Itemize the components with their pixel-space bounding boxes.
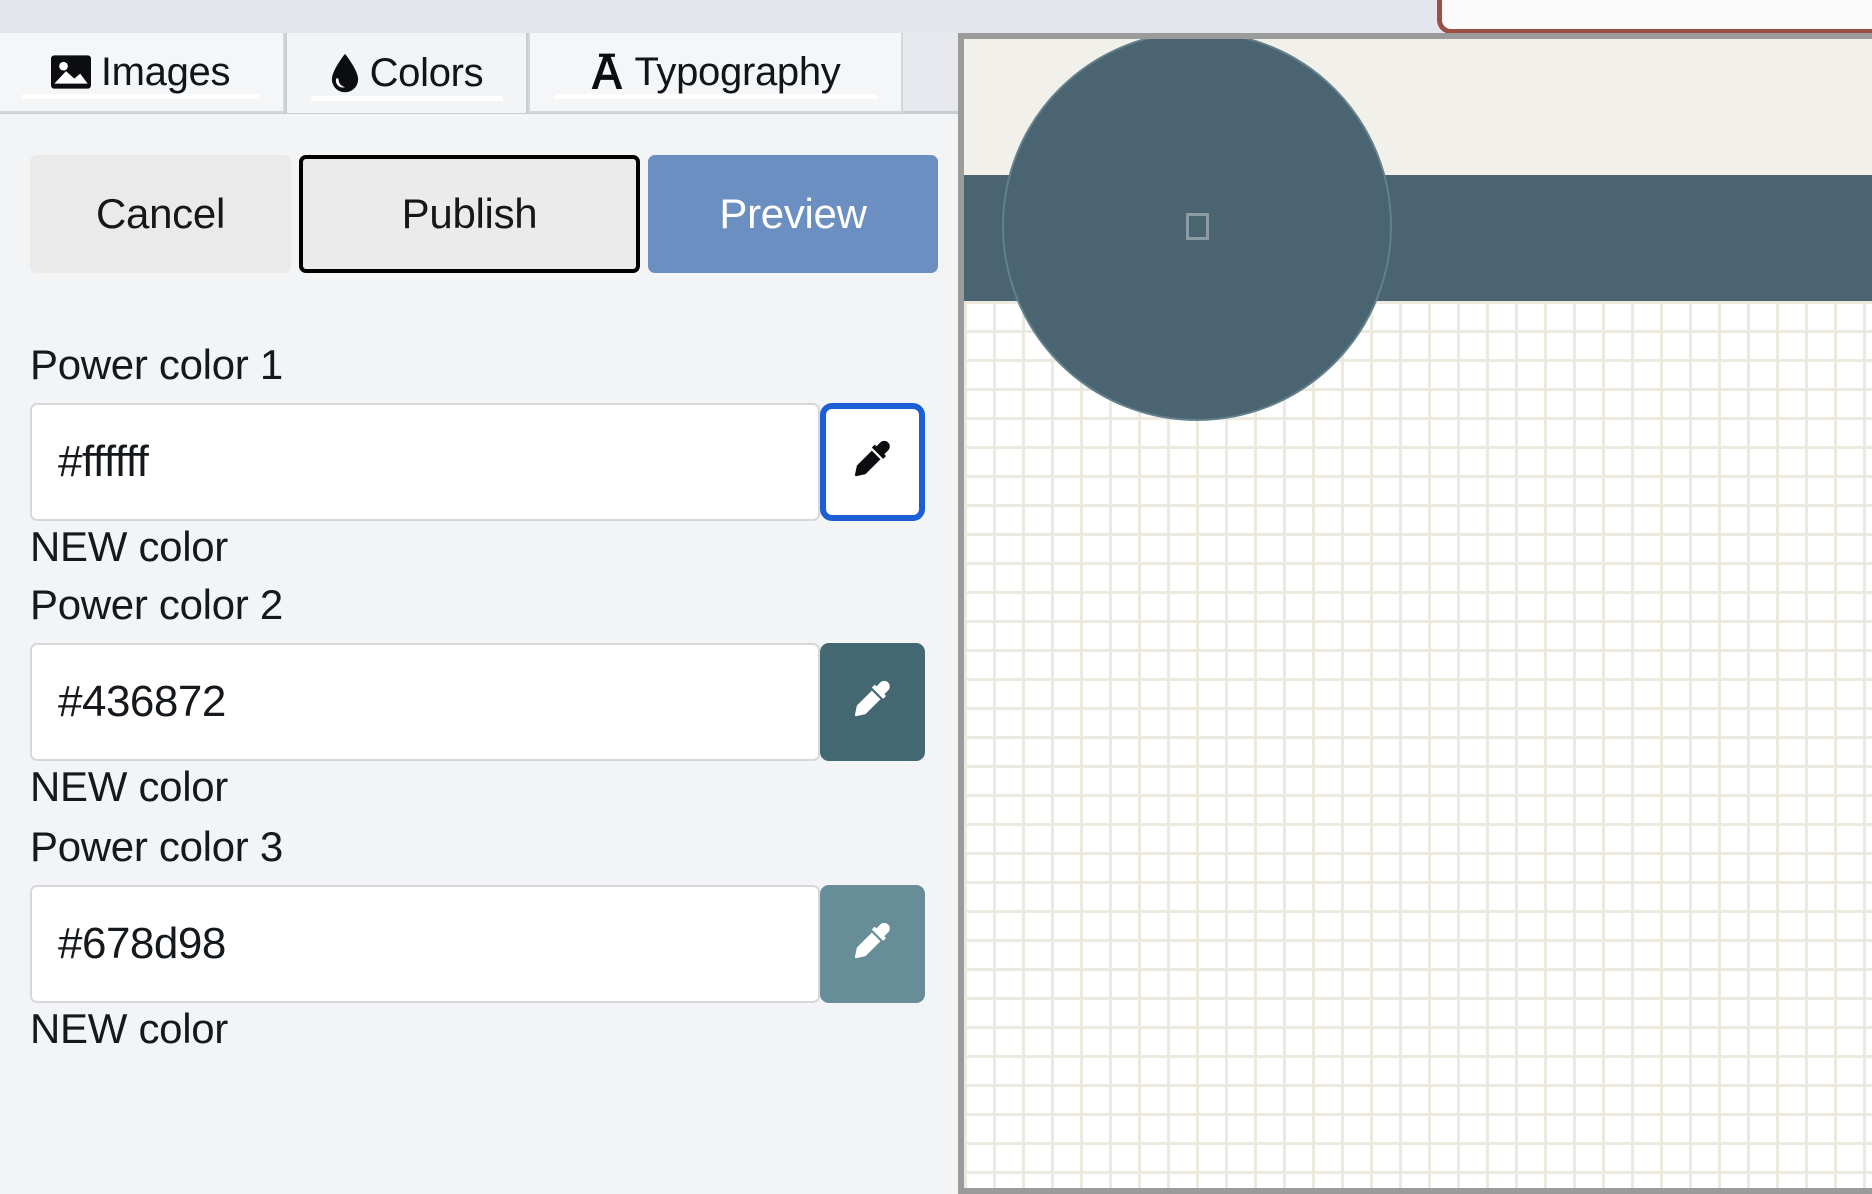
tab-typography-underline	[554, 94, 877, 99]
tab-typography[interactable]: Typography	[528, 33, 903, 113]
eyedropper-icon	[850, 677, 896, 728]
color-field-3-label: Power color 3	[30, 823, 283, 870]
app-root: Images Colors Typography Cancel Publish …	[0, 0, 1872, 1194]
cancel-button[interactable]: Cancel	[30, 155, 291, 273]
site-preview-pane[interactable]	[958, 33, 1872, 1194]
tab-colors-underline	[311, 96, 502, 101]
theme-editor-sidebar: Images Colors Typography Cancel Publish …	[0, 33, 958, 1194]
color-field-1-label: Power color 1	[30, 341, 283, 388]
tab-images-label: Images	[100, 49, 231, 94]
color-swatch-button-3[interactable]	[820, 885, 925, 1003]
tab-images-underline	[22, 94, 259, 99]
editor-tabbar: Images Colors Typography	[0, 33, 958, 114]
tab-colors[interactable]: Colors	[285, 33, 528, 113]
eyedropper-icon	[850, 919, 896, 970]
color-input-1[interactable]	[30, 403, 820, 521]
color-field-2-note: NEW color	[30, 763, 228, 810]
background-browser-panel	[1437, 0, 1872, 34]
preview-parquet-pattern	[964, 301, 1872, 1188]
color-field-2-label: Power color 2	[30, 581, 283, 628]
droplet-icon	[330, 53, 360, 93]
letter-a-icon	[590, 53, 624, 91]
window-top-strip	[0, 0, 1872, 34]
preview-hero-circle	[1002, 39, 1392, 421]
editor-action-buttons: Cancel Publish Preview	[0, 155, 958, 280]
tab-images[interactable]: Images	[0, 33, 285, 113]
publish-button[interactable]: Publish	[299, 155, 640, 273]
site-preview-content	[964, 39, 1872, 1188]
color-field-1-note: NEW color	[30, 523, 228, 570]
missing-glyph-box-icon	[1185, 212, 1209, 240]
image-icon	[50, 55, 91, 89]
tabbar-filler	[903, 33, 958, 113]
tab-typography-label: Typography	[634, 49, 841, 94]
tab-colors-label: Colors	[369, 50, 484, 95]
color-swatch-button-2[interactable]	[820, 643, 925, 761]
color-field-3-note: NEW color	[30, 1005, 228, 1052]
color-swatch-button-1[interactable]	[820, 403, 925, 521]
eyedropper-icon	[850, 437, 896, 488]
preview-button[interactable]: Preview	[648, 155, 938, 273]
color-input-3[interactable]	[30, 885, 820, 1003]
color-input-2[interactable]	[30, 643, 820, 761]
